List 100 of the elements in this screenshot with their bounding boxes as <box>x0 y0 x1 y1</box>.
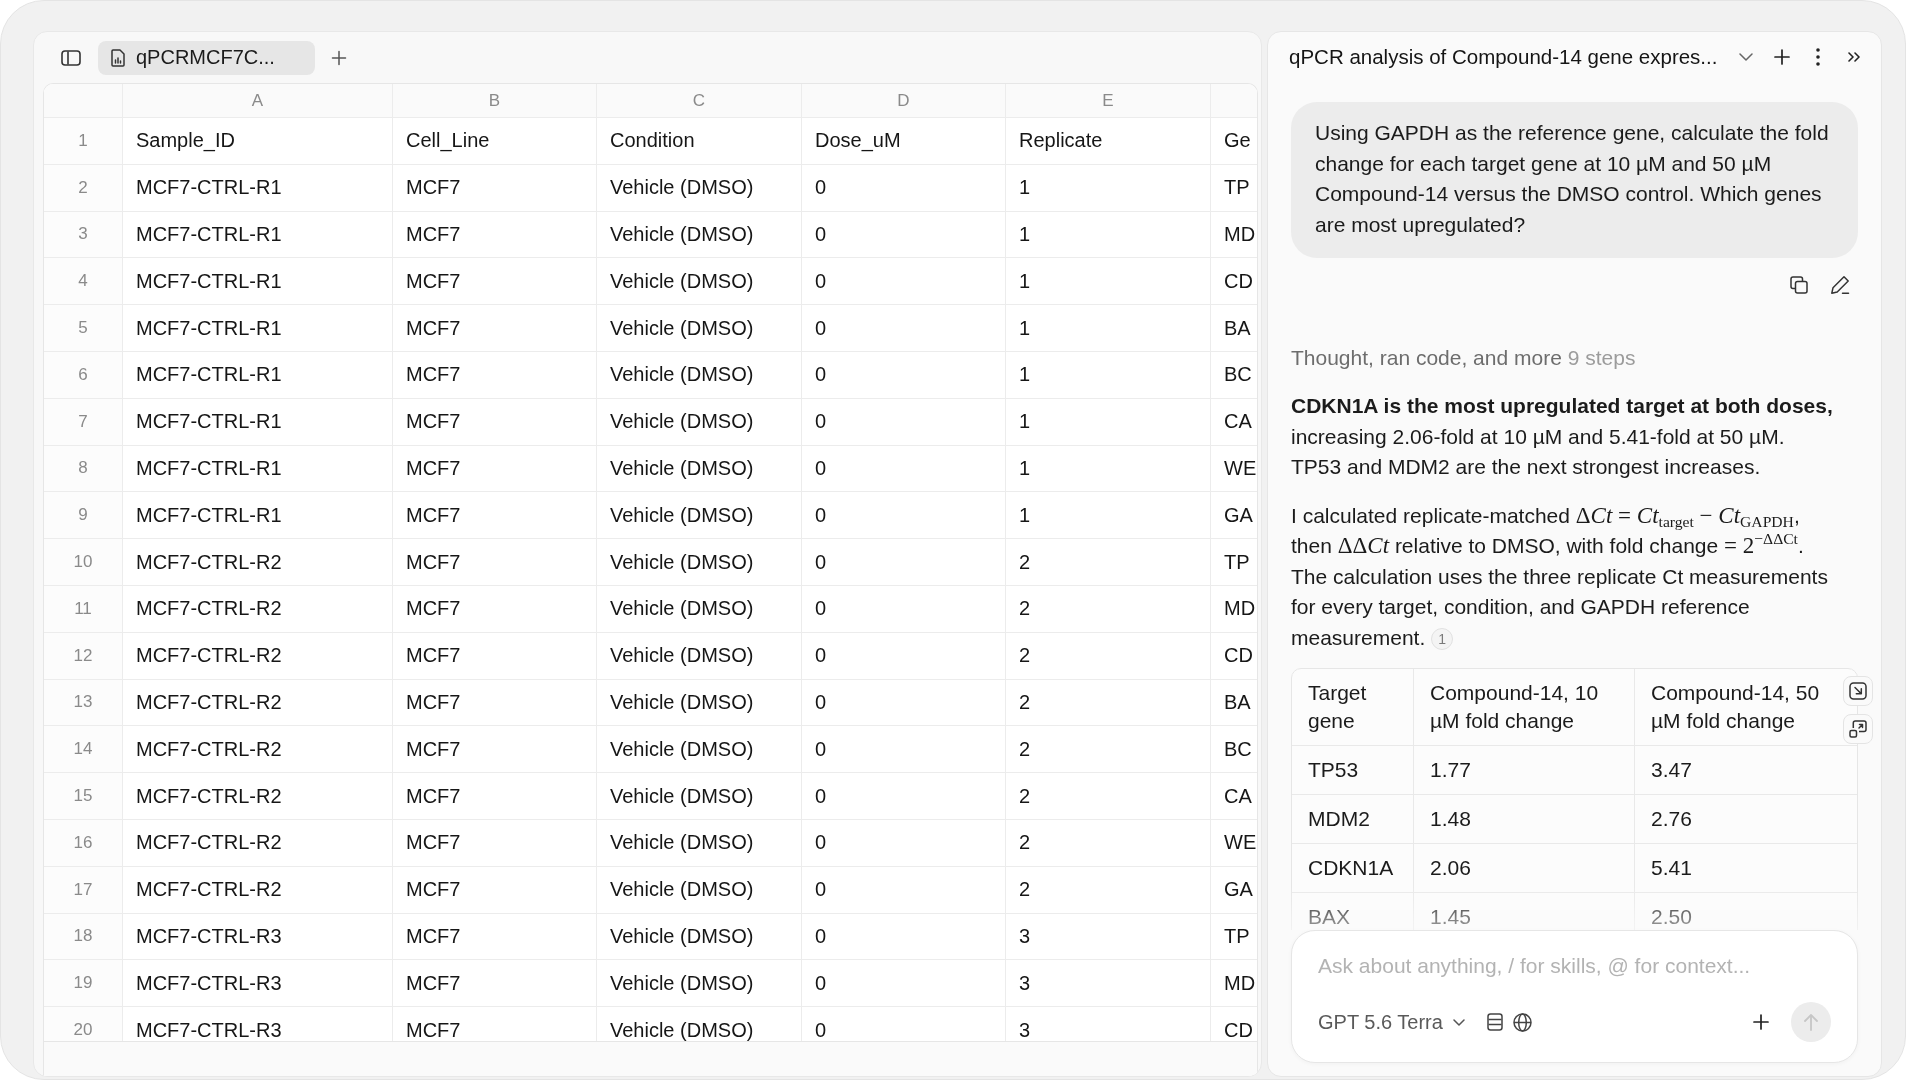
globe-icon <box>1513 1012 1533 1032</box>
table-cell: WE <box>1211 819 1257 867</box>
row-number: 19 <box>44 960 123 1008</box>
table-cell: Condition <box>597 118 802 165</box>
table-cell: MCF7 <box>393 352 597 399</box>
table-cell: 0 <box>802 164 1006 212</box>
table-cell: BC <box>1211 726 1257 774</box>
table-cell: TP <box>1211 913 1257 961</box>
message-composer[interactable]: Ask about anything, / for skills, @ for context... GPT 5.6 Terra <box>1291 930 1858 1063</box>
table-cell: MCF7 <box>393 305 597 352</box>
table-cell: 2 <box>1006 773 1211 820</box>
table-cell: MCF7-CTRL-R2 <box>123 679 393 727</box>
row-number: 13 <box>44 679 123 727</box>
table-cell: CD <box>1211 258 1257 306</box>
table-cell: MCF7 <box>393 398 597 446</box>
table-cell: MCF7 <box>393 960 597 1008</box>
table-cell: MCF7 <box>393 539 597 586</box>
table-cell: MD <box>1211 585 1257 633</box>
row-number: 14 <box>44 726 123 774</box>
table-cell: Vehicle (DMSO) <box>597 773 802 820</box>
row-number: 9 <box>44 492 123 540</box>
table-cell: TP53 <box>1292 746 1414 794</box>
table-cell: 0 <box>802 492 1006 540</box>
table-cell: Vehicle (DMSO) <box>597 492 802 540</box>
column-header[interactable]: A <box>123 84 393 118</box>
table-cell: Ge <box>1211 118 1257 165</box>
table-cell: MCF7 <box>393 773 597 820</box>
table-cell: MCF7-CTRL-R2 <box>123 539 393 586</box>
pencil-icon <box>1830 275 1850 295</box>
row-number: 7 <box>44 398 123 446</box>
table-cell: 2.06 <box>1414 844 1635 892</box>
table-cell: 0 <box>802 258 1006 306</box>
table-cell: MCF7 <box>393 679 597 727</box>
table-cell: 1 <box>1006 398 1211 446</box>
chevron-down-icon <box>1739 53 1753 61</box>
table-cell: CDKN1A <box>1292 844 1414 892</box>
table-cell: MCF7 <box>393 445 597 493</box>
table-cell: Vehicle (DMSO) <box>597 164 802 212</box>
answer-paragraph: CDKN1A is the most upregulated target at both doses, increasing 2.06-fold at 10 µM and 5.41-fold at 50 µM. TP53 and MDM2 are the next strongest increases. <box>1291 393 1834 480</box>
table-cell: MCF7-CTRL-R3 <box>123 913 393 961</box>
table-cell: Vehicle (DMSO) <box>597 960 802 1008</box>
table-cell: MCF7 <box>393 492 597 540</box>
row-number: 11 <box>44 585 123 633</box>
table-cell: 1 <box>1006 352 1211 399</box>
table-cell: 0 <box>802 726 1006 774</box>
steps-toggle[interactable]: Thought, ran code, and more 9 steps <box>1291 343 1636 373</box>
table-cell: Dose_uM <box>802 118 1006 165</box>
table-cell: Vehicle (DMSO) <box>597 632 802 680</box>
chevron-down-icon <box>1452 1018 1465 1026</box>
table-cell: 0 <box>802 539 1006 586</box>
table-cell: 0 <box>802 632 1006 680</box>
table-cell: Vehicle (DMSO) <box>597 866 802 914</box>
column-header[interactable]: D <box>802 84 1006 118</box>
row-number: 3 <box>44 211 123 259</box>
chart-document-icon <box>110 48 126 67</box>
table-cell: MCF7 <box>393 164 597 212</box>
table-cell: 1 <box>1006 164 1211 212</box>
file-tab[interactable]: qPCRMCF7C... <box>98 40 315 75</box>
download-button[interactable] <box>1843 676 1873 706</box>
model-selector[interactable]: GPT 5.6 Terra <box>1318 1006 1465 1038</box>
table-cell: 0 <box>802 679 1006 727</box>
table-cell: 1 <box>1006 211 1211 259</box>
window-arrow-icon <box>1849 720 1867 738</box>
table-cell: Vehicle (DMSO) <box>597 305 802 352</box>
table-cell: Vehicle (DMSO) <box>597 819 802 867</box>
table-cell: BA <box>1211 679 1257 727</box>
table-cell: BC <box>1211 352 1257 399</box>
column-header[interactable]: E <box>1006 84 1211 118</box>
table-cell: Vehicle (DMSO) <box>597 726 802 774</box>
table-cell: MCF7-CTRL-R1 <box>123 211 393 259</box>
table-cell: 2 <box>1006 866 1211 914</box>
table-cell: MCF7 <box>393 726 597 774</box>
row-number: 18 <box>44 913 123 961</box>
table-cell: MCF7 <box>393 585 597 633</box>
row-number: 2 <box>44 164 123 212</box>
table-cell: Vehicle (DMSO) <box>597 679 802 727</box>
column-header[interactable]: C <box>597 84 802 118</box>
open-window-button[interactable] <box>1843 714 1873 744</box>
table-cell: MCF7-CTRL-R2 <box>123 632 393 680</box>
table-cell-text: 2.50 <box>1650 904 1693 930</box>
citation-link[interactable]: 1 <box>1431 627 1454 650</box>
row-number: 10 <box>44 539 123 586</box>
column-header: Compound-14, 10 µM fold change <box>1414 669 1635 745</box>
table-cell: CD <box>1211 632 1257 680</box>
table-cell: MCF7-CTRL-R1 <box>123 305 393 352</box>
table-cell: MCF7-CTRL-R2 <box>123 819 393 867</box>
table-cell: 1 <box>1006 258 1211 306</box>
table-cell: MD <box>1211 211 1257 259</box>
table-cell: MCF7-CTRL-R2 <box>123 726 393 774</box>
table-cell: 0 <box>802 211 1006 259</box>
message-input[interactable]: Ask about anything, / for skills, @ for context... <box>1318 946 1831 986</box>
table-cell: MD <box>1211 960 1257 1008</box>
row-number: 1 <box>44 118 123 165</box>
table-cell: Vehicle (DMSO) <box>597 585 802 633</box>
table-cell: MCF7-CTRL-R2 <box>123 866 393 914</box>
table-cell: 0 <box>802 398 1006 446</box>
table-cell: WE <box>1211 445 1257 493</box>
table-cell: Cell_Line <box>393 118 597 165</box>
column-header[interactable]: B <box>393 84 597 118</box>
table-cell: MCF7 <box>393 258 597 306</box>
